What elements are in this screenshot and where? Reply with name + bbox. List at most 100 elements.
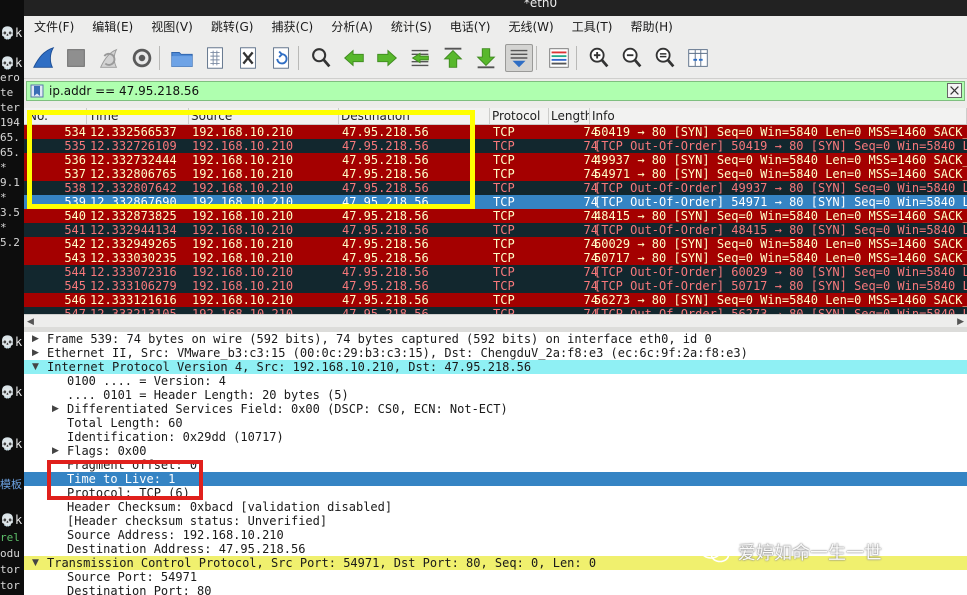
collapsed-arrow-icon[interactable]: ▶ — [32, 346, 39, 360]
menu-item[interactable]: 捕获(C) — [261, 16, 313, 38]
packet-info: [TCP Out-Of-Order] 48415 → 80 [SYN] Seq=… — [594, 223, 967, 237]
packet-proto: TCP — [493, 139, 515, 153]
detail-row[interactable]: Source Port: 54971 — [24, 570, 967, 584]
detail-text: [Header checksum status: Unverified] — [67, 514, 328, 528]
reload-icon[interactable] — [267, 44, 295, 72]
menu-item[interactable]: 工具(T) — [562, 16, 613, 38]
terminal-line: 65. — [0, 146, 20, 159]
packet-no: 542 — [64, 237, 86, 251]
detail-row[interactable]: Header Checksum: 0xbacd [validation disa… — [24, 500, 967, 514]
menu-item[interactable]: 统计(S) — [381, 16, 432, 38]
toolbar-separator — [298, 46, 299, 70]
column-header[interactable]: Info — [590, 108, 967, 124]
zoom-out-icon[interactable] — [618, 44, 646, 72]
expanded-arrow-icon[interactable]: ▼ — [32, 556, 39, 570]
packet-row[interactable]: 546 12.333121616 192.168.10.210 47.95.218.5… — [24, 293, 967, 307]
toolbar-separator — [576, 46, 577, 70]
packet-no: 545 — [64, 279, 86, 293]
detail-row[interactable]: ▶ Flags: 0x00 — [24, 444, 967, 458]
menu-item[interactable]: 电话(Y) — [440, 16, 491, 38]
collapsed-arrow-icon[interactable]: ▶ — [32, 332, 39, 346]
packet-row[interactable]: 545 12.333106279 192.168.10.210 47.95.218.5… — [24, 279, 967, 293]
column-header[interactable]: Length — [549, 108, 590, 124]
terminal-line: tor — [0, 579, 20, 592]
menu-item[interactable]: 视图(V) — [141, 16, 193, 38]
detail-row[interactable]: Total Length: 60 — [24, 416, 967, 430]
bookmark-icon[interactable] — [30, 84, 44, 98]
filter-input[interactable]: ip.addr == 47.95.218.56 — [49, 82, 199, 100]
packet-row[interactable]: 540 12.332873825 192.168.10.210 47.95.218.5… — [24, 209, 967, 223]
terminal-line: ter — [0, 101, 20, 114]
open-folder-icon[interactable] — [168, 44, 196, 72]
packet-row[interactable]: 543 12.333030235 192.168.10.210 47.95.218.5… — [24, 251, 967, 265]
detail-text: Ethernet II, Src: VMware_b3:c3:15 (00:0c… — [47, 346, 748, 360]
shark-fin-start-icon[interactable] — [30, 44, 58, 72]
zoom-in-icon[interactable] — [585, 44, 613, 72]
file-grid-icon[interactable] — [201, 44, 229, 72]
terminal-line: 5.2 — [0, 236, 20, 249]
packet-proto: TCP — [493, 251, 515, 265]
menu-item[interactable]: 无线(W) — [499, 16, 554, 38]
packet-proto: TCP — [493, 279, 515, 293]
packet-row[interactable]: 544 12.333072316 192.168.10.210 47.95.218.5… — [24, 265, 967, 279]
menu-item[interactable]: 编辑(E) — [82, 16, 133, 38]
arrow-down-last-icon[interactable] — [472, 44, 500, 72]
arrow-up-first-icon[interactable] — [439, 44, 467, 72]
menu-item[interactable]: 分析(A) — [321, 16, 373, 38]
resize-columns-icon[interactable] — [684, 44, 712, 72]
detail-row[interactable]: 0100 .... = Version: 4 — [24, 374, 967, 388]
packet-info: [TCP Out-Of-Order] 56273 → 80 [SYN] Seq=… — [594, 307, 967, 314]
terminal-line: 💀k — [0, 335, 23, 349]
expanded-arrow-icon[interactable]: ▼ — [32, 360, 39, 374]
detail-row[interactable]: ▶ Ethernet II, Src: VMware_b3:c3:15 (00:0… — [24, 346, 967, 360]
packet-proto: TCP — [493, 237, 515, 251]
colorize-icon[interactable] — [545, 44, 573, 72]
scroll-right-icon[interactable]: ▶ — [957, 317, 964, 327]
arrow-left-icon[interactable] — [340, 44, 368, 72]
packet-row[interactable]: 547 12.333213105 192.168.10.210 47.95.218.5… — [24, 307, 967, 314]
menu-item[interactable]: 帮助(H) — [620, 16, 672, 38]
packet-row[interactable]: 542 12.332949265 192.168.10.210 47.95.218.5… — [24, 237, 967, 251]
packet-proto: TCP — [493, 153, 515, 167]
packet-time: 12.332944134 — [90, 223, 177, 237]
zoom-normal-icon[interactable] — [651, 44, 679, 72]
clear-filter-icon[interactable] — [947, 83, 962, 98]
autoscroll-icon[interactable] — [505, 44, 533, 72]
stop-square-icon[interactable] — [62, 44, 90, 72]
detail-row[interactable]: ▼ Internet Protocol Version 4, Src: 192.1… — [24, 360, 967, 374]
collapsed-arrow-icon[interactable]: ▶ — [52, 402, 59, 416]
display-filter-bar[interactable]: ip.addr == 47.95.218.56 — [26, 81, 965, 101]
restart-fin-icon[interactable] — [95, 44, 123, 72]
window-title: *eth0 — [523, 0, 558, 10]
detail-row[interactable]: ▶ Differentiated Services Field: 0x00 (DS… — [24, 402, 967, 416]
gear-options-icon[interactable] — [128, 44, 156, 72]
detail-row[interactable]: [Header checksum status: Unverified] — [24, 514, 967, 528]
terminal-line: 💀k — [0, 437, 23, 451]
packet-proto: TCP — [493, 223, 515, 237]
packet-time: 12.333213105 — [90, 307, 177, 314]
packet-proto: TCP — [493, 209, 515, 223]
detail-row[interactable]: Destination Port: 80 — [24, 584, 967, 595]
column-header[interactable]: Protocol — [490, 108, 549, 124]
horizontal-scrollbar[interactable]: ◀ ▶ — [24, 314, 967, 328]
packet-no: 541 — [64, 223, 86, 237]
detail-text: Flags: 0x00 — [67, 444, 147, 458]
toolbar-separator — [159, 46, 160, 70]
go-to-packet-icon[interactable] — [406, 44, 434, 72]
detail-text: Source Port: 54971 — [67, 570, 198, 584]
detail-row[interactable]: .... 0101 = Header Length: 20 bytes (5) — [24, 388, 967, 402]
menu-item[interactable]: 跳转(G) — [201, 16, 254, 38]
arrow-right-icon[interactable] — [373, 44, 401, 72]
detail-row[interactable]: Identification: 0x29dd (10717) — [24, 430, 967, 444]
packet-row[interactable]: 541 12.332944134 192.168.10.210 47.95.218.5… — [24, 223, 967, 237]
packet-info: [TCP Out-Of-Order] 50419 → 80 [SYN] Seq=… — [594, 139, 967, 153]
packet-dst: 47.95.218.56 — [342, 251, 429, 265]
scroll-left-icon[interactable]: ◀ — [27, 317, 34, 327]
detail-row[interactable]: ▶ Frame 539: 74 bytes on wire (592 bits),… — [24, 332, 967, 346]
close-file-icon[interactable] — [234, 44, 262, 72]
collapsed-arrow-icon[interactable]: ▶ — [52, 444, 59, 458]
menu-item[interactable]: 文件(F) — [24, 16, 74, 38]
search-magnifier-icon[interactable] — [307, 44, 335, 72]
watermark-text: 爱婷如命一生一世 — [738, 543, 882, 564]
packet-no: 547 — [64, 307, 86, 314]
